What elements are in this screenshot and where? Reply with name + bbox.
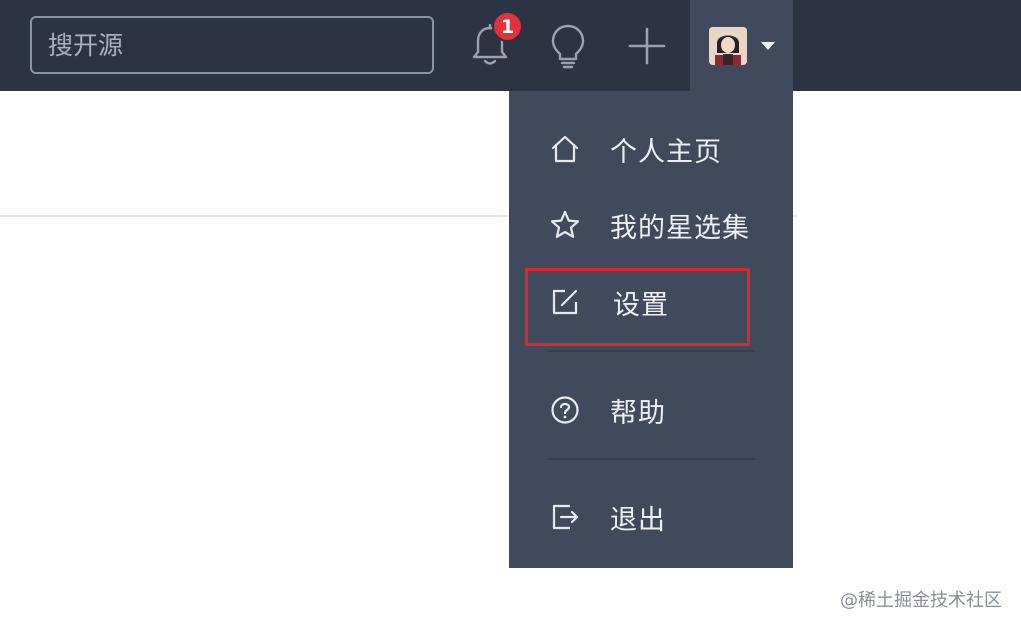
menu-item-help[interactable]: 帮助 [509, 377, 793, 443]
menu-item-label: 设置 [613, 289, 669, 321]
menu-item-label: 个人主页 [610, 136, 722, 168]
menu-item-label: 我的星选集 [610, 212, 750, 244]
menu-item-label: 退出 [610, 504, 666, 536]
menu-item-home[interactable]: 个人主页 [509, 116, 793, 182]
lightbulb-icon [551, 24, 585, 69]
menu-item-label: 帮助 [610, 397, 666, 429]
top-navigation-bar: 1 [0, 0, 1021, 91]
user-menu-button[interactable] [690, 0, 793, 91]
logout-icon [549, 501, 581, 533]
star-icon [549, 209, 581, 241]
ideas-button[interactable] [540, 18, 596, 74]
menu-item-my-collections[interactable]: 我的星选集 [509, 192, 793, 258]
user-dropdown-menu: 个人主页 我的星选集 设置 帮助 退出 [509, 91, 793, 568]
edit-icon [549, 286, 581, 318]
menu-divider [548, 458, 755, 460]
create-button[interactable] [619, 18, 675, 74]
plus-icon [628, 27, 666, 65]
menu-item-logout[interactable]: 退出 [509, 484, 793, 550]
avatar [708, 26, 747, 65]
menu-divider [548, 350, 755, 352]
page: 1 [0, 0, 1021, 627]
chevron-down-icon [760, 41, 775, 50]
home-icon [549, 133, 581, 165]
menu-item-settings[interactable]: 设置 [509, 269, 793, 335]
notification-count-badge: 1 [492, 11, 523, 42]
search-input[interactable] [30, 16, 434, 74]
help-icon [549, 394, 581, 426]
watermark: @稀土掘金技术社区 [840, 590, 1002, 611]
